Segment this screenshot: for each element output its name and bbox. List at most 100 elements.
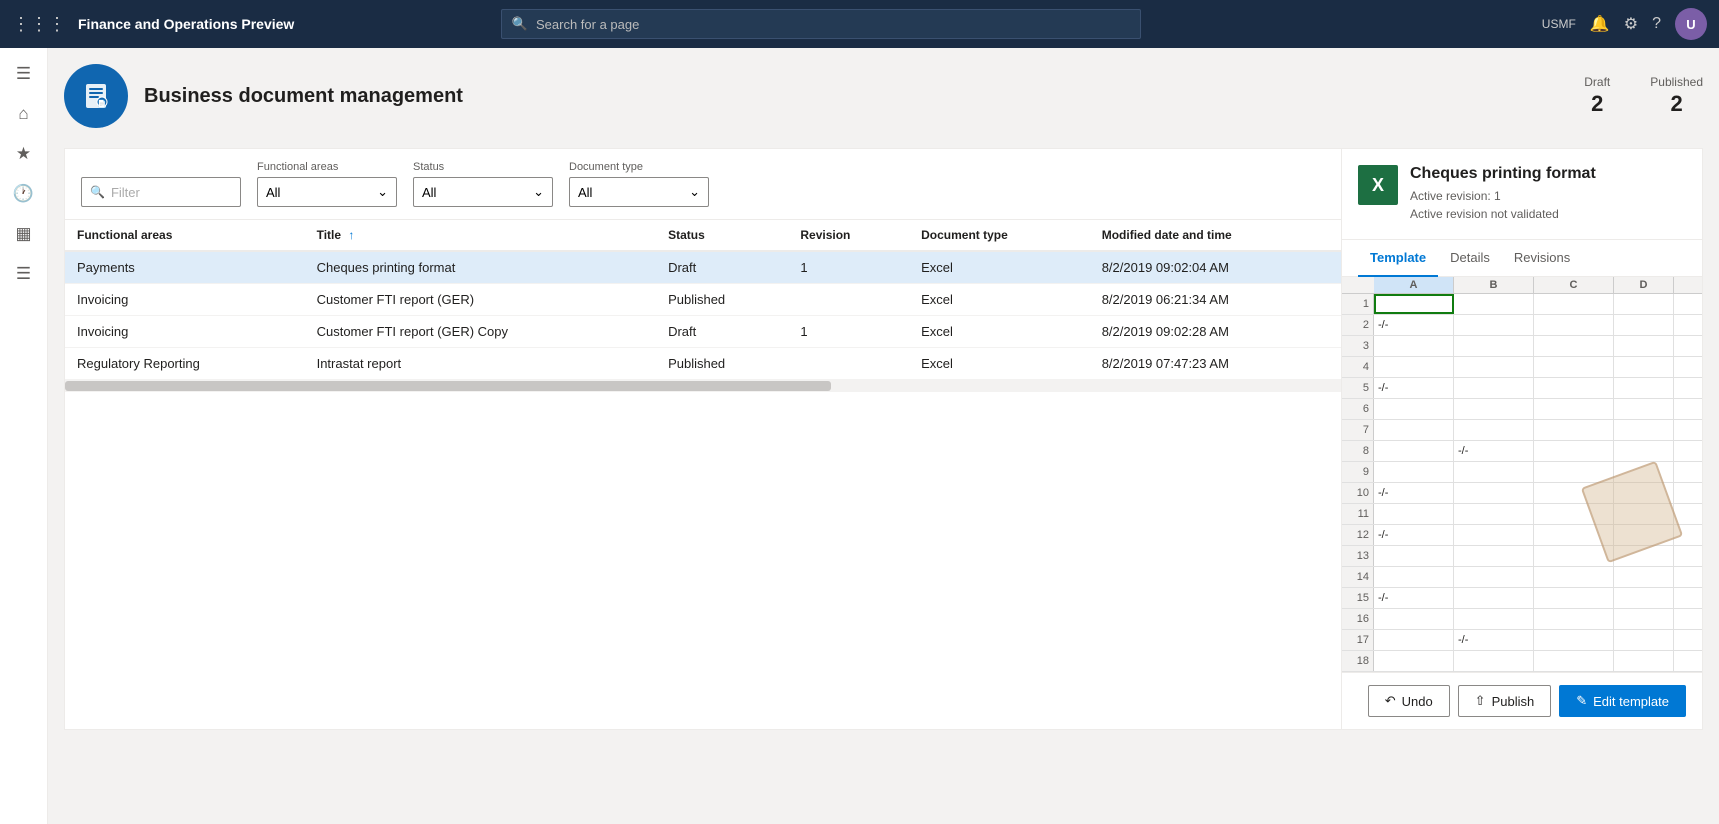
excel-cell-r14-c3[interactable]: [1614, 588, 1674, 608]
undo-button[interactable]: ↶ Undo: [1368, 685, 1450, 717]
excel-cell-r5-c1[interactable]: [1454, 399, 1534, 419]
excel-cell-r17-c0[interactable]: [1374, 651, 1454, 671]
excel-cell-r12-c0[interactable]: [1374, 546, 1454, 566]
functional-areas-select[interactable]: All ⌄: [257, 177, 397, 207]
excel-cell-r8-c1[interactable]: [1454, 462, 1534, 482]
favorites-icon[interactable]: ★: [6, 136, 42, 172]
publish-icon: ⇧: [1475, 693, 1486, 709]
excel-cell-r5-c2[interactable]: [1534, 399, 1614, 419]
excel-cell-r7-c3[interactable]: [1614, 441, 1674, 461]
excel-cell-r10-c0[interactable]: [1374, 504, 1454, 524]
table-body: PaymentsCheques printing formatDraft1Exc…: [65, 251, 1341, 380]
publish-button[interactable]: ⇧ Publish: [1458, 685, 1552, 717]
table-row[interactable]: PaymentsCheques printing formatDraft1Exc…: [65, 251, 1341, 284]
excel-cell-r6-c1[interactable]: [1454, 420, 1534, 440]
excel-cell-r7-c0[interactable]: [1374, 441, 1454, 461]
excel-cell-r15-c3[interactable]: [1614, 609, 1674, 629]
excel-cell-r4-c3[interactable]: [1614, 378, 1674, 398]
excel-cell-r10-c1[interactable]: [1454, 504, 1534, 524]
excel-cell-r5-c0[interactable]: [1374, 399, 1454, 419]
table-row[interactable]: InvoicingCustomer FTI report (GER) CopyD…: [65, 316, 1341, 348]
excel-cell-r3-c0[interactable]: [1374, 357, 1454, 377]
excel-cell-r4-c0[interactable]: -/-: [1374, 378, 1454, 398]
excel-cell-r6-c3[interactable]: [1614, 420, 1674, 440]
excel-cell-r16-c2[interactable]: [1534, 630, 1614, 650]
tab-template[interactable]: Template: [1358, 240, 1438, 277]
excel-cell-r12-c1[interactable]: [1454, 546, 1534, 566]
excel-cell-r15-c0[interactable]: [1374, 609, 1454, 629]
excel-cell-r7-c2[interactable]: [1534, 441, 1614, 461]
table-row[interactable]: InvoicingCustomer FTI report (GER)Publis…: [65, 284, 1341, 316]
menu-icon[interactable]: ☰: [6, 56, 42, 92]
excel-cell-r6-c2[interactable]: [1534, 420, 1614, 440]
excel-cell-r7-c1[interactable]: -/-: [1454, 441, 1534, 461]
workspaces-icon[interactable]: ▦: [6, 216, 42, 252]
excel-cell-r2-c1[interactable]: [1454, 336, 1534, 356]
excel-cell-r13-c1[interactable]: [1454, 567, 1534, 587]
grid-icon[interactable]: ⋮⋮⋮: [12, 14, 66, 35]
avatar[interactable]: U: [1675, 8, 1707, 40]
detail-tabs: Template Details Revisions: [1342, 240, 1702, 277]
table-scroll-container: Functional areas Title ↑ Status Revision…: [65, 220, 1341, 380]
excel-cell-r11-c1[interactable]: [1454, 525, 1534, 545]
excel-cell-r11-c0[interactable]: -/-: [1374, 525, 1454, 545]
excel-cell-r0-c1[interactable]: [1454, 294, 1534, 314]
search-bar[interactable]: 🔍 Search for a page: [501, 9, 1141, 39]
modules-icon[interactable]: ☰: [6, 256, 42, 292]
excel-cell-r9-c1[interactable]: [1454, 483, 1534, 503]
excel-cell-r0-c2[interactable]: [1534, 294, 1614, 314]
excel-cell-r2-c3[interactable]: [1614, 336, 1674, 356]
excel-cell-r3-c3[interactable]: [1614, 357, 1674, 377]
table-cell-5: 8/2/2019 07:47:23 AM: [1090, 348, 1341, 380]
excel-cell-r17-c3[interactable]: [1614, 651, 1674, 671]
document-type-select[interactable]: All ⌄: [569, 177, 709, 207]
excel-cell-r5-c3[interactable]: [1614, 399, 1674, 419]
excel-cell-r0-c0[interactable]: [1374, 294, 1454, 314]
excel-cell-r3-c1[interactable]: [1454, 357, 1534, 377]
help-icon[interactable]: ?: [1652, 15, 1661, 33]
panel-buttons: ↶ Undo ⇧ Publish ✎ Edit template: [1342, 672, 1702, 729]
excel-cell-r3-c2[interactable]: [1534, 357, 1614, 377]
excel-cell-r16-c1[interactable]: -/-: [1454, 630, 1534, 650]
excel-cell-r14-c0[interactable]: -/-: [1374, 588, 1454, 608]
filter-input[interactable]: 🔍 Filter: [81, 177, 241, 207]
excel-cell-r13-c3[interactable]: [1614, 567, 1674, 587]
excel-row-num: 11: [1342, 504, 1374, 524]
excel-cell-r13-c2[interactable]: [1534, 567, 1614, 587]
excel-cell-r13-c0[interactable]: [1374, 567, 1454, 587]
excel-cell-r4-c2[interactable]: [1534, 378, 1614, 398]
excel-cell-r6-c0[interactable]: [1374, 420, 1454, 440]
tab-details[interactable]: Details: [1438, 240, 1502, 277]
tab-revisions[interactable]: Revisions: [1502, 240, 1582, 277]
home-icon[interactable]: ⌂: [6, 96, 42, 132]
status-select[interactable]: All ⌄: [413, 177, 553, 207]
excel-cell-r14-c2[interactable]: [1534, 588, 1614, 608]
excel-cell-r4-c1[interactable]: [1454, 378, 1534, 398]
edit-template-button[interactable]: ✎ Edit template: [1559, 685, 1686, 717]
excel-cell-r1-c2[interactable]: [1534, 315, 1614, 335]
excel-cell-r15-c2[interactable]: [1534, 609, 1614, 629]
excel-cell-r0-c3[interactable]: [1614, 294, 1674, 314]
col-header-document-type: Document type: [909, 220, 1090, 251]
detail-header: X Cheques printing format Active revisio…: [1342, 149, 1702, 240]
gear-icon[interactable]: ⚙: [1624, 14, 1638, 34]
excel-cell-r16-c3[interactable]: [1614, 630, 1674, 650]
excel-cell-r1-c3[interactable]: [1614, 315, 1674, 335]
excel-cell-r17-c1[interactable]: [1454, 651, 1534, 671]
excel-cell-r2-c2[interactable]: [1534, 336, 1614, 356]
excel-cell-r8-c0[interactable]: [1374, 462, 1454, 482]
col-header-title[interactable]: Title ↑: [305, 220, 656, 251]
recent-icon[interactable]: 🕐: [6, 176, 42, 212]
horizontal-scrollbar[interactable]: [65, 380, 1341, 392]
excel-cell-r14-c1[interactable]: [1454, 588, 1534, 608]
excel-cell-r9-c0[interactable]: -/-: [1374, 483, 1454, 503]
excel-cell-r15-c1[interactable]: [1454, 609, 1534, 629]
excel-cell-r16-c0[interactable]: [1374, 630, 1454, 650]
bell-icon[interactable]: 🔔: [1590, 14, 1610, 34]
table-row[interactable]: Regulatory ReportingIntrastat reportPubl…: [65, 348, 1341, 380]
excel-cell-r2-c0[interactable]: [1374, 336, 1454, 356]
excel-cell-r1-c1[interactable]: [1454, 315, 1534, 335]
excel-cell-r1-c0[interactable]: -/-: [1374, 315, 1454, 335]
excel-cell-r17-c2[interactable]: [1534, 651, 1614, 671]
excel-row: 6: [1342, 399, 1702, 420]
